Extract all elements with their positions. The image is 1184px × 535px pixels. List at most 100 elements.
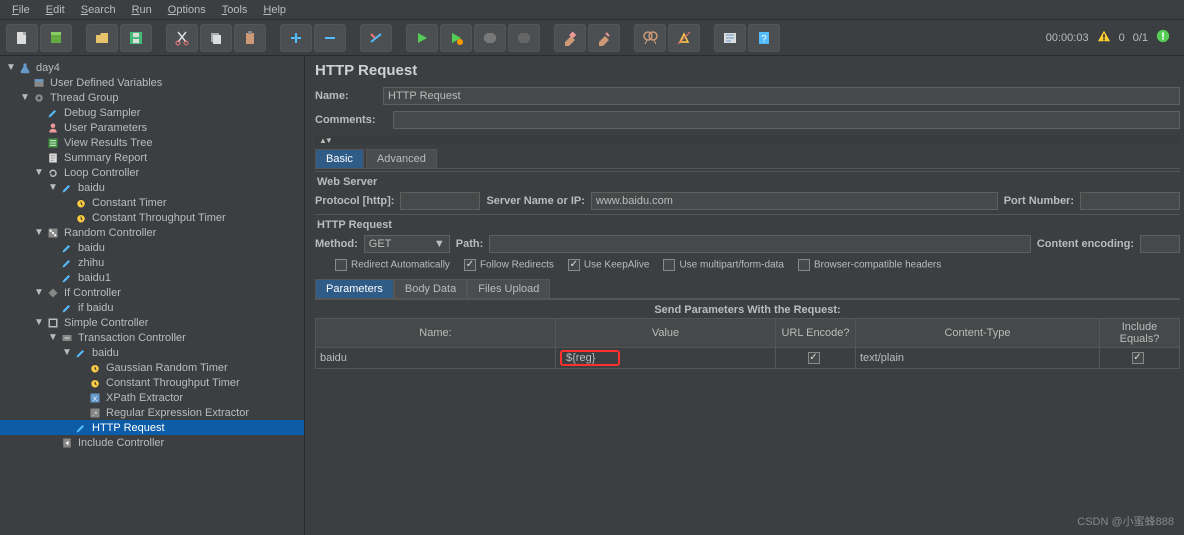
browser-headers-checkbox[interactable]: Browser-compatible headers: [798, 259, 941, 271]
tree-node-icon: .*: [88, 406, 102, 420]
keepalive-checkbox[interactable]: Use KeepAlive: [568, 259, 650, 271]
menu-options[interactable]: Options: [160, 4, 214, 16]
reset-search-button[interactable]: [668, 24, 700, 52]
multipart-checkbox[interactable]: Use multipart/form-data: [663, 259, 783, 271]
tree-item[interactable]: ▼Loop Controller: [0, 165, 304, 180]
cell-url-encode[interactable]: [776, 348, 856, 369]
menu-search[interactable]: Search: [73, 4, 124, 16]
start-no-timers-button[interactable]: [440, 24, 472, 52]
tree-item[interactable]: ▼day4: [0, 60, 304, 75]
tree-item[interactable]: baidu: [0, 240, 304, 255]
tree-twisty-icon[interactable]: ▼: [34, 317, 43, 328]
tree-item[interactable]: User Parameters: [0, 120, 304, 135]
paste-button[interactable]: [234, 24, 266, 52]
tree-item[interactable]: ▼ Random Controller: [0, 225, 304, 240]
collapse-handle[interactable]: ▲▼: [315, 135, 1180, 145]
error-icon[interactable]: [1156, 29, 1170, 46]
name-input[interactable]: [383, 87, 1180, 105]
tree-item[interactable]: Constant Throughput Timer: [0, 210, 304, 225]
save-button[interactable]: [120, 24, 152, 52]
start-button[interactable]: [406, 24, 438, 52]
tree-item[interactable]: User Defined Variables: [0, 75, 304, 90]
tree-twisty-icon[interactable]: ▼: [48, 332, 57, 343]
cell-content-type[interactable]: text/plain: [856, 348, 1100, 369]
method-select[interactable]: GET ▼: [364, 235, 450, 253]
tree-item[interactable]: Constant Timer: [0, 195, 304, 210]
tree-item-label: Random Controller: [63, 227, 156, 239]
tree-twisty-icon[interactable]: ▼: [34, 167, 43, 178]
tree-item[interactable]: ▼Thread Group: [0, 90, 304, 105]
tree-item[interactable]: Constant Throughput Timer: [0, 375, 304, 390]
tree-twisty-icon[interactable]: ▼: [34, 287, 43, 298]
tree-item-label: Simple Controller: [63, 317, 148, 329]
tree-twisty-icon[interactable]: ▼: [48, 182, 57, 193]
tree-twisty-icon[interactable]: ▼: [6, 62, 15, 73]
col-value[interactable]: Value: [556, 319, 776, 348]
col-url-encode[interactable]: URL Encode?: [776, 319, 856, 348]
warning-icon[interactable]: [1097, 29, 1111, 46]
tree-item[interactable]: ▼baidu: [0, 180, 304, 195]
server-input[interactable]: [591, 192, 998, 210]
path-input[interactable]: [489, 235, 1031, 253]
tree-item[interactable]: Summary Report: [0, 150, 304, 165]
follow-redirects-checkbox[interactable]: Follow Redirects: [464, 259, 554, 271]
col-name[interactable]: Name:: [316, 319, 556, 348]
menu-edit[interactable]: Edit: [38, 4, 73, 16]
port-input[interactable]: [1080, 192, 1180, 210]
templates-button[interactable]: [40, 24, 72, 52]
tree-item[interactable]: ▼baidu: [0, 345, 304, 360]
tab-body-data[interactable]: Body Data: [394, 279, 467, 298]
stop-button[interactable]: [474, 24, 506, 52]
cell-include-equals[interactable]: [1100, 348, 1180, 369]
add-button[interactable]: [280, 24, 312, 52]
menu-tools[interactable]: Tools: [214, 4, 256, 16]
tree-item[interactable]: Debug Sampler: [0, 105, 304, 120]
tree-item[interactable]: ▼Transaction Controller: [0, 330, 304, 345]
tree-item[interactable]: ▼If Controller: [0, 285, 304, 300]
shutdown-button[interactable]: [508, 24, 540, 52]
tree-item[interactable]: Gaussian Random Timer: [0, 360, 304, 375]
redirect-auto-checkbox[interactable]: Redirect Automatically: [335, 259, 450, 271]
tree-item[interactable]: Include Controller: [0, 435, 304, 450]
protocol-input[interactable]: [400, 192, 480, 210]
comments-label: Comments:: [315, 114, 385, 126]
function-helper-button[interactable]: [714, 24, 746, 52]
menu-run[interactable]: Run: [124, 4, 160, 16]
new-button[interactable]: [6, 24, 38, 52]
toggle-button[interactable]: [360, 24, 392, 52]
cut-button[interactable]: [166, 24, 198, 52]
tree-item[interactable]: ▼ Simple Controller: [0, 315, 304, 330]
col-include-equals[interactable]: Include Equals?: [1100, 319, 1180, 348]
tree-item[interactable]: HTTP Request: [0, 420, 304, 435]
tree-twisty-icon[interactable]: ▼: [34, 227, 43, 238]
search-button[interactable]: [634, 24, 666, 52]
open-button[interactable]: [86, 24, 118, 52]
remove-button[interactable]: [314, 24, 346, 52]
tab-parameters[interactable]: Parameters: [315, 279, 394, 298]
tree-item[interactable]: if baidu: [0, 300, 304, 315]
tree-item[interactable]: zhihu: [0, 255, 304, 270]
cell-name[interactable]: baidu: [316, 348, 556, 369]
tree-twisty-icon[interactable]: ▼: [62, 347, 71, 358]
test-plan-tree[interactable]: ▼day4User Defined Variables▼Thread Group…: [0, 56, 305, 535]
tree-item[interactable]: baidu1: [0, 270, 304, 285]
tab-advanced[interactable]: Advanced: [366, 149, 437, 168]
col-content-type[interactable]: Content-Type: [856, 319, 1100, 348]
copy-button[interactable]: [200, 24, 232, 52]
encoding-input[interactable]: [1140, 235, 1180, 253]
menu-help[interactable]: Help: [255, 4, 294, 16]
table-row[interactable]: baidu ${reg} text/plain: [316, 348, 1180, 369]
clear-all-button[interactable]: [588, 24, 620, 52]
tree-item[interactable]: XXPath Extractor: [0, 390, 304, 405]
cell-value[interactable]: ${reg}: [556, 348, 776, 369]
menu-file[interactable]: File: [4, 4, 38, 16]
tree-item[interactable]: .*Regular Expression Extractor: [0, 405, 304, 420]
comments-input[interactable]: [393, 111, 1180, 129]
help-button[interactable]: ?: [748, 24, 780, 52]
clear-button[interactable]: [554, 24, 586, 52]
tree-twisty-icon[interactable]: ▼: [20, 92, 29, 103]
params-table[interactable]: Name: Value URL Encode? Content-Type Inc…: [315, 318, 1180, 369]
tab-basic[interactable]: Basic: [315, 149, 364, 168]
tree-item[interactable]: View Results Tree: [0, 135, 304, 150]
tab-files-upload[interactable]: Files Upload: [467, 279, 550, 298]
